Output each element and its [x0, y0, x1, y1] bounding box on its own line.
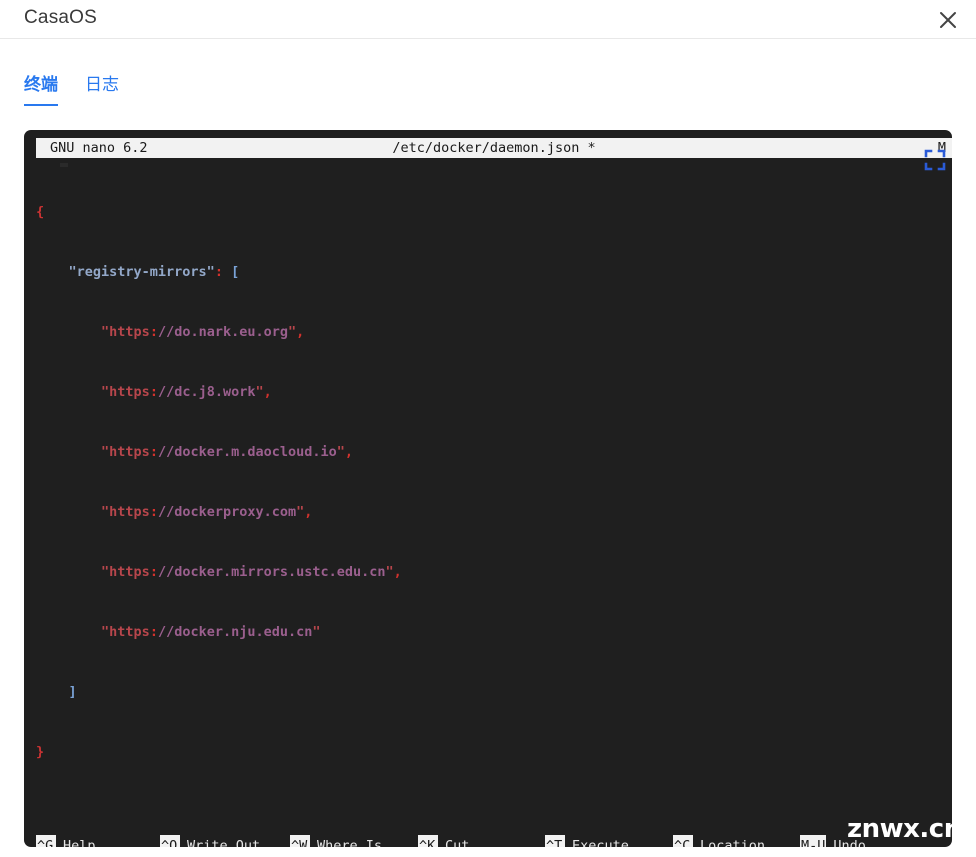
code-line-mirror: "https://dc.j8.work",: [101, 384, 272, 400]
shortcut-label[interactable]: Execute: [565, 838, 629, 847]
shortcut-label[interactable]: Cut: [438, 838, 469, 847]
shortcut-key: ^T: [545, 835, 565, 847]
shortcut-location: ^C Location: [673, 835, 781, 847]
shortcut-cut: ^K Cut: [418, 835, 486, 847]
code-line-mirror: "https://docker.mirrors.ustc.edu.cn",: [101, 564, 402, 580]
code-line-open-brace: {: [36, 204, 45, 220]
shortcut-key: ^W: [290, 835, 310, 847]
file-content: { "registry-mirrors": [ "https://do.nark…: [36, 162, 940, 802]
shortcut-execute: ^T Execute: [545, 835, 629, 847]
close-icon: [938, 10, 958, 30]
shortcut-label[interactable]: Undo: [826, 838, 866, 847]
shortcut-column: ^CLocation ^/Go To Line: [673, 791, 781, 847]
shortcut-key: ^C: [673, 835, 693, 847]
code-line-close-bracket: ]: [68, 684, 77, 700]
shortcut-key: ^G: [36, 835, 56, 847]
shortcut-column: ^TExecute ^JJustify: [545, 791, 629, 847]
shortcut-column: ^KCut ^UPaste: [418, 791, 486, 847]
code-line-mirror: "https://do.nark.eu.org",: [101, 324, 305, 340]
code-line-mirror: "https://dockerproxy.com",: [101, 504, 313, 520]
terminal-panel[interactable]: GNU nano 6.2 /etc/docker/daemon.json * M…: [24, 130, 952, 847]
shortcut-column: M-UUndo M-ERedo: [800, 791, 866, 847]
shortcut-key: ^K: [418, 835, 438, 847]
code-line-close-brace: }: [36, 744, 45, 760]
nano-titlebar: GNU nano 6.2 /etc/docker/daemon.json * M: [36, 138, 952, 158]
shortcut-label[interactable]: Location: [693, 838, 765, 847]
shortcut-where-is: ^W Where Is: [290, 835, 382, 847]
code-line-mirror: "https://docker.m.daocloud.io",: [101, 444, 354, 460]
shortcut-column: ^GHelp ^XExit: [36, 791, 96, 847]
nano-filename-label: /etc/docker/daemon.json *: [392, 140, 596, 156]
close-button[interactable]: [930, 2, 966, 38]
tab-bar: 终端 日志: [0, 39, 976, 111]
tab-terminal[interactable]: 终端: [24, 74, 58, 106]
tab-logs[interactable]: 日志: [85, 74, 119, 104]
window-titlebar: CasaOS: [0, 0, 976, 39]
code-line-mirror: "https://docker.nju.edu.cn": [101, 624, 321, 640]
shortcut-label[interactable]: Where Is: [310, 838, 382, 847]
nano-shortcut-bar: ^GHelp ^XExit ^OWrite Out ^RRead File ^W…: [24, 791, 952, 847]
shortcut-undo: M-U Undo: [800, 835, 866, 847]
shortcut-write-out: ^O Write Out: [160, 835, 260, 847]
code-line-key: "registry-mirrors": [: [68, 264, 240, 280]
shortcut-label[interactable]: Write Out: [180, 838, 260, 847]
shortcut-label[interactable]: Help: [56, 838, 96, 847]
shortcut-help: ^G Help: [36, 835, 96, 847]
shortcut-key: ^O: [160, 835, 180, 847]
shortcut-column: ^WWhere Is ^\Replace: [290, 791, 382, 847]
app-title: CasaOS: [24, 7, 98, 28]
shortcut-column: ^OWrite Out ^RRead File: [160, 791, 260, 847]
shortcut-key: M-U: [800, 835, 827, 847]
